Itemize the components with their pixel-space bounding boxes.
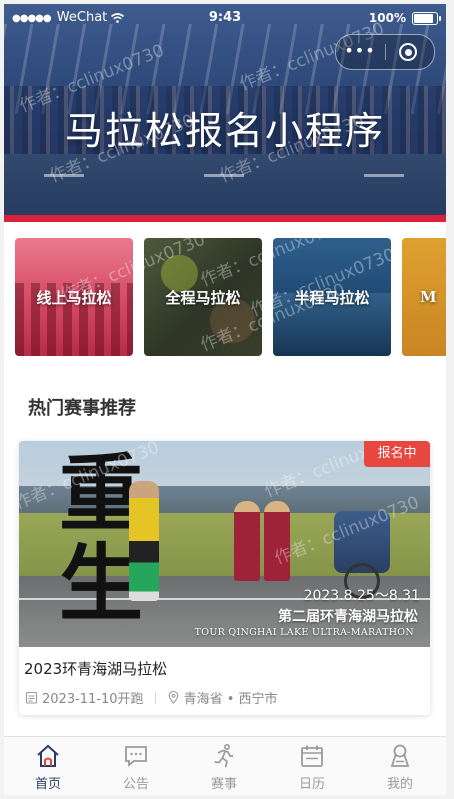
tab-home[interactable]: 首页 (4, 737, 92, 795)
category-label: 半程马拉松 (294, 288, 370, 307)
race-date: 2023-11-10开跑 (42, 692, 144, 707)
tab-notice[interactable]: 公告 (92, 737, 180, 795)
category-card-more[interactable]: M (402, 238, 446, 356)
mini-program-page: 马拉松报名小程序 作者：cclinux0730 作者：cclinux0730 作… (4, 4, 446, 795)
banner-title: 马拉松报名小程序 (64, 109, 385, 153)
calendar-small-icon (25, 691, 38, 704)
location-pin-icon (168, 691, 178, 704)
section-title: 热门赛事推荐 (28, 398, 136, 419)
road-marking (364, 174, 404, 177)
cover-date: 2023.8.25～8.31 (303, 588, 420, 604)
battery-icon (412, 12, 441, 25)
close-button[interactable] (399, 43, 417, 61)
tab-profile[interactable]: 我的 (356, 737, 444, 795)
tab-label: 首页 (34, 777, 61, 792)
category-card-online[interactable]: 线上马拉松 (15, 238, 133, 356)
home-icon (37, 744, 59, 767)
message-icon (125, 746, 147, 767)
status-bar: ●●●●● WeChat 9:43 100% (4, 4, 446, 32)
cover-pilgrim (264, 501, 290, 581)
race-name: 2023环青海湖马拉松 (24, 660, 168, 678)
tab-label: 赛事 (210, 777, 237, 792)
banner-accent-stripe (4, 215, 446, 222)
cover-title-cn: 第二届环青海湖马拉松 (278, 609, 418, 625)
cover-title-en: TOUR QINGHAI LAKE ULTRA-MARATHON (194, 627, 414, 638)
battery-fill (414, 14, 433, 23)
race-meta: 2023-11-10开跑 青海省 • 西宁市 (25, 688, 278, 707)
category-card-full[interactable]: 全程马拉松 (144, 238, 262, 356)
tab-events[interactable]: 赛事 (180, 737, 268, 795)
banner-road-background (4, 154, 446, 222)
category-carousel[interactable]: 线上马拉松 全程马拉松 半程马拉松 M 作者：cclinux0730 作者：cc… (15, 238, 446, 358)
tab-label: 公告 (122, 777, 149, 792)
runner-icon (214, 743, 233, 768)
user-icon (390, 744, 410, 767)
battery-percent: 100% (368, 11, 406, 25)
road-marking (44, 174, 84, 177)
race-location: 青海省 • 西宁市 (183, 692, 278, 707)
tab-label: 我的 (386, 777, 413, 792)
category-label: 全程马拉松 (165, 288, 241, 307)
tab-calendar[interactable]: 日历 (268, 737, 356, 795)
cover-cart (334, 511, 390, 599)
race-card[interactable]: 重 生 2023.8.25～8.31 第二届环青海湖马拉松 TOUR QINGH… (19, 441, 430, 715)
calendar-icon (301, 745, 323, 767)
status-badge: 报名中 (364, 441, 430, 467)
road-marking (204, 174, 244, 177)
meta-divider (154, 691, 156, 704)
more-menu-button[interactable]: ••• (336, 35, 384, 69)
cover-runner (129, 481, 159, 601)
tab-bar: 首页 公告 赛事 日历 我的 (4, 736, 446, 795)
capsule-divider (385, 44, 386, 60)
category-label: 线上马拉松 (36, 288, 112, 307)
tab-label: 日历 (298, 777, 325, 792)
cover-pilgrim (234, 501, 260, 581)
category-label: M (420, 288, 437, 306)
race-cover-image[interactable]: 重 生 2023.8.25～8.31 第二届环青海湖马拉松 TOUR QINGH… (19, 441, 430, 647)
category-card-half[interactable]: 半程马拉松 (273, 238, 391, 356)
mini-program-capsule: ••• (335, 34, 435, 70)
